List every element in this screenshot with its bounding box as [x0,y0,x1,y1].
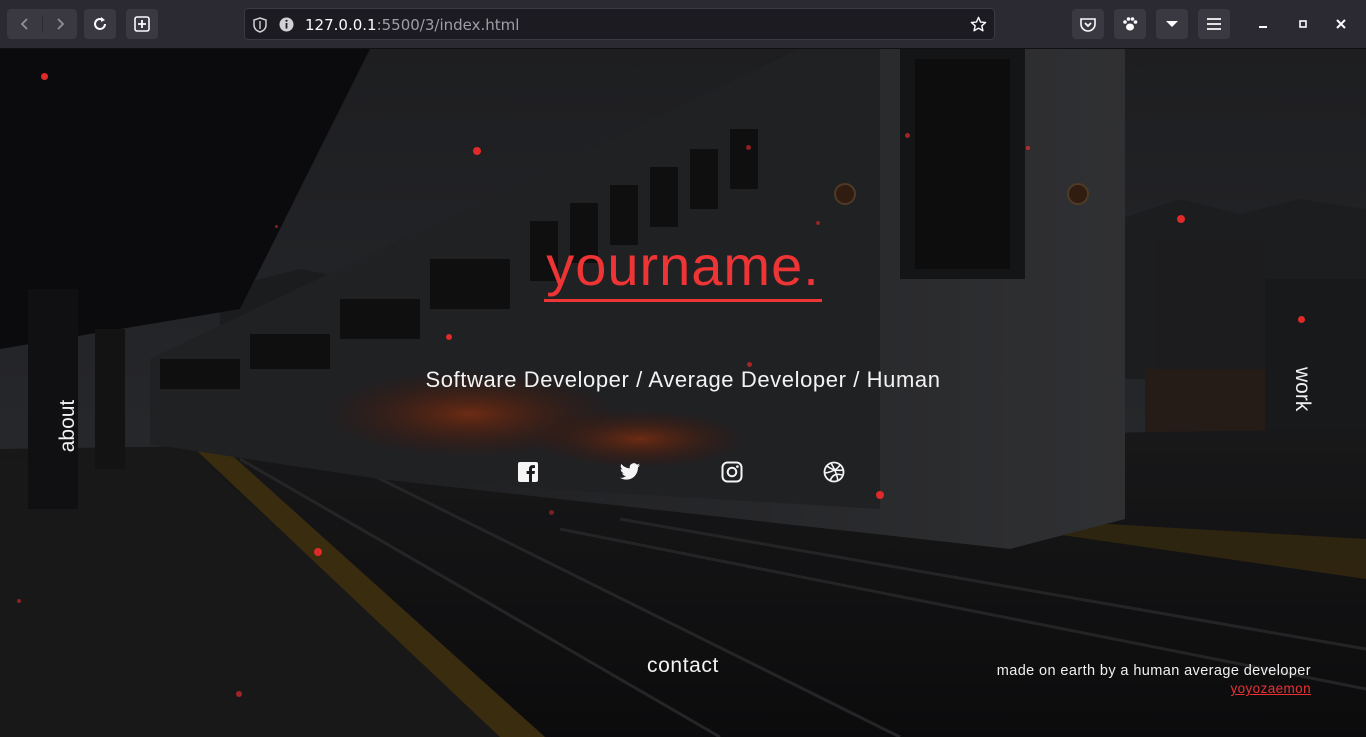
author-link[interactable]: yoyozaemon [997,681,1311,696]
paw-icon [1123,17,1138,31]
particle-dot [816,221,820,225]
chevron-down-icon [1166,21,1178,27]
extension-button[interactable] [1114,9,1146,39]
url-host: 127.0.0.1 [305,16,377,34]
footer-credit: made on earth by a human average develop… [997,663,1311,696]
particle-dot [236,691,242,697]
particle-dot [446,334,452,340]
plus-icon [134,16,150,32]
menu-button[interactable] [1198,9,1230,39]
facebook-icon [518,462,538,482]
instagram-link[interactable] [721,461,743,483]
twitter-icon [619,463,641,480]
hero-subtitle: Software Developer / Average Developer /… [425,367,941,392]
particle-dot [1177,215,1185,223]
page-viewport: yourname. Software Developer / Average D… [0,49,1366,737]
downloads-dropdown-button[interactable] [1156,9,1188,39]
browser-toolbar: 127.0.0.1:5500/3/index.html [0,0,1366,49]
footer-credit-text: made on earth by a human average develop… [996,663,1311,679]
dribbble-link[interactable] [823,461,845,483]
particle-dot [905,133,910,138]
particle-dot [17,599,21,603]
twitter-link[interactable] [619,461,641,483]
reload-icon [94,17,106,30]
new-tab-button[interactable] [126,9,158,39]
forward-button[interactable] [42,9,77,39]
hero-name-text: yourname. [544,234,822,302]
about-nav-link[interactable]: about [52,364,88,484]
particle-dot [876,491,884,499]
minimize-icon [1259,26,1267,28]
url-path: :5500/3/index.html [376,16,520,34]
maximize-icon [1299,20,1307,28]
close-icon [1336,19,1346,29]
particle-dot [473,147,481,155]
pocket-button[interactable] [1072,9,1104,39]
forward-arrow-icon [56,18,64,30]
nav-button-group [7,9,77,39]
about-nav-label: about [56,399,79,453]
url-text[interactable]: 127.0.0.1:5500/3/index.html [305,16,519,34]
particle-dot [549,510,554,515]
particle-dot [314,548,322,556]
minimize-button[interactable] [1250,9,1276,39]
close-window-button[interactable] [1328,9,1354,39]
particle-dot [41,73,48,80]
particle-dot [1298,316,1305,323]
reload-button[interactable] [84,9,116,39]
hamburger-menu-icon [1207,18,1221,30]
bookmark-star-icon[interactable] [970,16,987,33]
info-icon[interactable] [279,17,294,32]
shield-icon[interactable] [253,17,267,33]
pocket-icon [1080,18,1096,32]
train-station-background-image [0,49,1366,737]
work-nav-label: work [1291,367,1314,412]
work-nav-link[interactable]: work [1282,367,1318,427]
instagram-icon [721,461,743,483]
back-arrow-icon [20,18,28,30]
particle-dot [275,225,278,228]
maximize-button[interactable] [1290,9,1316,39]
particle-dot [746,145,751,150]
particle-dot [1026,146,1030,150]
dribbble-icon [823,461,845,483]
hero-name-heading: yourname. [0,233,1366,302]
facebook-link[interactable] [517,461,539,483]
address-bar[interactable]: 127.0.0.1:5500/3/index.html [244,8,995,40]
back-button[interactable] [7,9,42,39]
